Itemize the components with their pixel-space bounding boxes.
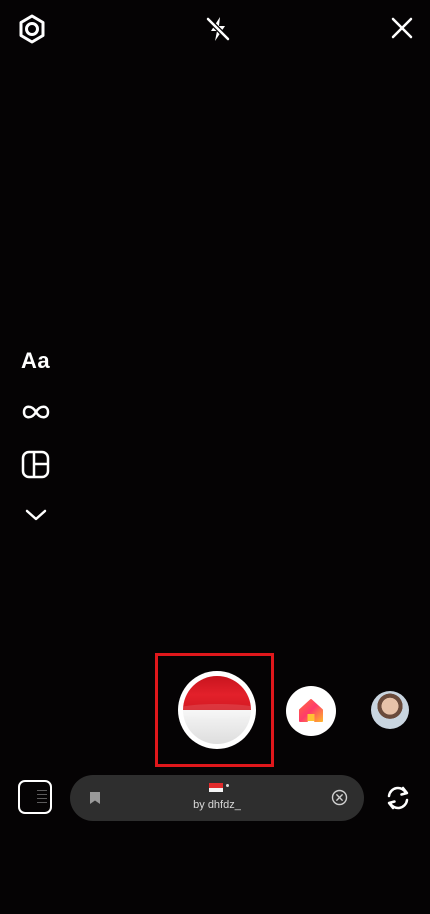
indonesia-flag-icon [183,676,251,744]
layout-icon[interactable] [21,450,50,479]
close-circle-icon[interactable] [331,789,348,811]
chevron-down-icon[interactable] [24,507,48,523]
camera-flip-icon[interactable] [384,784,412,812]
settings-icon[interactable] [17,14,47,44]
effect-creator: by dhfdz_ [193,799,241,811]
avatar[interactable] [371,691,409,729]
gallery-thumbnail[interactable] [18,780,52,814]
capture-button[interactable] [178,671,256,749]
close-icon[interactable] [389,15,415,41]
effect-info-bar[interactable]: by dhfdz_ [70,775,364,821]
infinity-icon[interactable] [21,402,51,422]
flash-off-icon[interactable] [203,14,233,44]
home-icon [299,699,323,722]
effect-flag-icon [209,783,223,792]
effect-home[interactable] [286,686,336,736]
create-text-tool[interactable]: Aa [21,348,50,374]
